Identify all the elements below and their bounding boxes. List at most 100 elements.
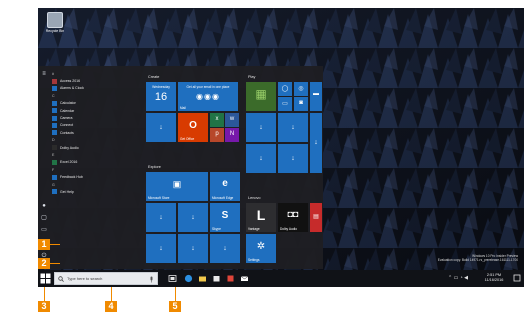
callout-line-2 [50,263,60,264]
download-tile-5[interactable]: ↓ [278,144,308,173]
pictures-icon[interactable]: ▭ [40,226,48,234]
movies-tile[interactable]: ▭ [278,97,292,111]
hamburger-icon[interactable]: ≡ [40,70,48,78]
skype-tile[interactable]: S Skype [210,203,240,232]
callout-line-3 [44,287,45,301]
group-title-play: Play [248,75,256,79]
app-list-label: Get Help [60,189,74,194]
app-list-letter[interactable]: G [52,181,134,188]
notifications-icon[interactable] [513,274,521,283]
file-explorer-icon[interactable] [198,274,207,283]
app-list-item[interactable]: Connect [52,122,134,129]
system-tray-icons[interactable]: ⌃ ▭ ◔ ◀ [448,275,468,281]
app-list-label: Excel 2016 [60,160,78,165]
excel-tile[interactable]: x [210,113,224,127]
download-tile-2[interactable]: ↓ [246,113,276,142]
app-list-item[interactable]: Get Help [52,188,134,195]
app-icon [52,122,57,128]
mail-app-icons: ◉◉◉ [196,92,220,101]
download-icon: ↓ [159,245,163,252]
mail-taskbar-icon[interactable] [240,274,249,283]
app-icon [52,159,57,165]
app-list-letter[interactable]: E [52,151,134,158]
groove-icon: ◎ [298,86,304,92]
edge-icon: e [222,178,228,189]
gear-icon: ✲ [256,241,266,252]
edge-tile[interactable]: e Microsoft Edge [210,172,240,201]
download-icon: ↓ [314,139,318,146]
download-icon: ↓ [191,214,195,221]
powerpoint-icon: p [215,131,219,137]
app-taskbar-icon[interactable] [226,274,235,283]
app-list-item[interactable]: Camera [52,114,134,121]
download-tile-7[interactable]: ↓ [146,203,176,232]
windows-start-button[interactable] [40,273,51,284]
xbox-icon: ◯ [281,86,289,92]
recycle-bin-label: Recycle Bin [45,29,65,33]
app-list-letter[interactable]: C [52,92,134,99]
app-list-item[interactable]: Excel 2016 [52,159,134,166]
app-list-item[interactable]: Feedback Hub [52,173,134,180]
xbox-tile[interactable]: ◯ [278,82,292,96]
minecraft-tile[interactable]: ▦ [246,82,276,111]
app-list-label: G [52,182,55,187]
taskbar: Type here to search ⌃ ▭ ◔ ◀ 2:51 PM 11/1… [38,270,524,287]
app-list-label: Dolby Audio [60,145,79,150]
photos-tile[interactable]: ▬ [310,82,322,111]
groove-tile[interactable]: ◎ [294,82,308,96]
vantage-tile[interactable]: L Vantage [246,203,276,232]
download-tile-1[interactable]: ↓ [146,113,176,142]
download-icon: ↓ [291,124,295,131]
calendar-date: 16 [154,91,168,103]
office-icon: O [189,120,197,131]
search-box[interactable]: Type here to search [54,272,158,285]
download-tile-11[interactable]: ↓ [210,234,240,263]
callout-3: 3 [38,301,50,312]
powerpoint-tile[interactable]: p [210,128,224,142]
calendar-tile[interactable]: Wednesday 16 [146,82,176,111]
word-tile[interactable]: w [225,113,239,127]
camera-tile[interactable]: ◙ [294,97,308,111]
download-tile-3[interactable]: ↓ [278,113,308,142]
settings-tile-label: Settings [248,258,260,262]
app-list-label: Alarms & Clock [60,86,84,91]
edge-tile-label: Microsoft Edge [212,196,234,200]
callout-1: 1 [38,239,50,250]
app-list-item[interactable]: Alarms & Clock [52,85,134,92]
download-tile-8[interactable]: ↓ [178,203,208,232]
taskbar-clock[interactable]: 2:51 PM 11/16/2016 [478,273,510,283]
download-tile-4[interactable]: ↓ [246,144,276,173]
task-view-button[interactable] [168,274,177,283]
store-tile-label: Microsoft Store [148,196,170,200]
download-icon: ↓ [159,124,163,131]
download-tile-6[interactable]: ↓ [310,113,322,173]
app-list-label: Access 2016 [60,79,81,84]
app-list-item[interactable]: Access 2016 [52,77,134,84]
onenote-tile[interactable]: N [225,128,239,142]
calendar-day: Wednesday [152,85,170,89]
store-tile[interactable]: ▣ Microsoft Store [146,172,208,201]
app-list-letter[interactable]: D [52,137,134,144]
group-title-lenovo: Lenovo [248,196,261,200]
app-list-letter[interactable]: F [52,166,134,173]
mail-tile[interactable]: Get all your email in one place ◉◉◉ Mail [178,82,238,111]
app-list-item[interactable]: Dolby Audio [52,144,134,151]
documents-icon[interactable]: ▢ [40,214,48,222]
dolby-tile[interactable]: ◘◘ Dolby Audio [278,203,308,232]
microphone-icon[interactable] [149,276,154,283]
download-tile-9[interactable]: ↓ [146,234,176,263]
recycle-bin[interactable]: Recycle Bin [42,12,68,33]
onenote-icon: N [229,131,235,137]
app-list-letter[interactable]: # [52,70,134,77]
app-list-item[interactable]: Contacts [52,129,134,136]
app-list-item[interactable]: Calendar [52,107,134,114]
account-icon[interactable]: ● [40,202,48,210]
app-list-item[interactable]: Calculator [52,100,134,107]
store-taskbar-icon[interactable] [212,274,221,283]
keyboard-tile[interactable]: ▤ [310,203,322,232]
group-title-create: Create [148,75,160,79]
settings-tile[interactable]: ✲ Settings [246,234,276,263]
office-tile[interactable]: O Get Office [178,113,208,142]
edge-taskbar-icon[interactable] [184,274,193,283]
download-tile-10[interactable]: ↓ [178,234,208,263]
